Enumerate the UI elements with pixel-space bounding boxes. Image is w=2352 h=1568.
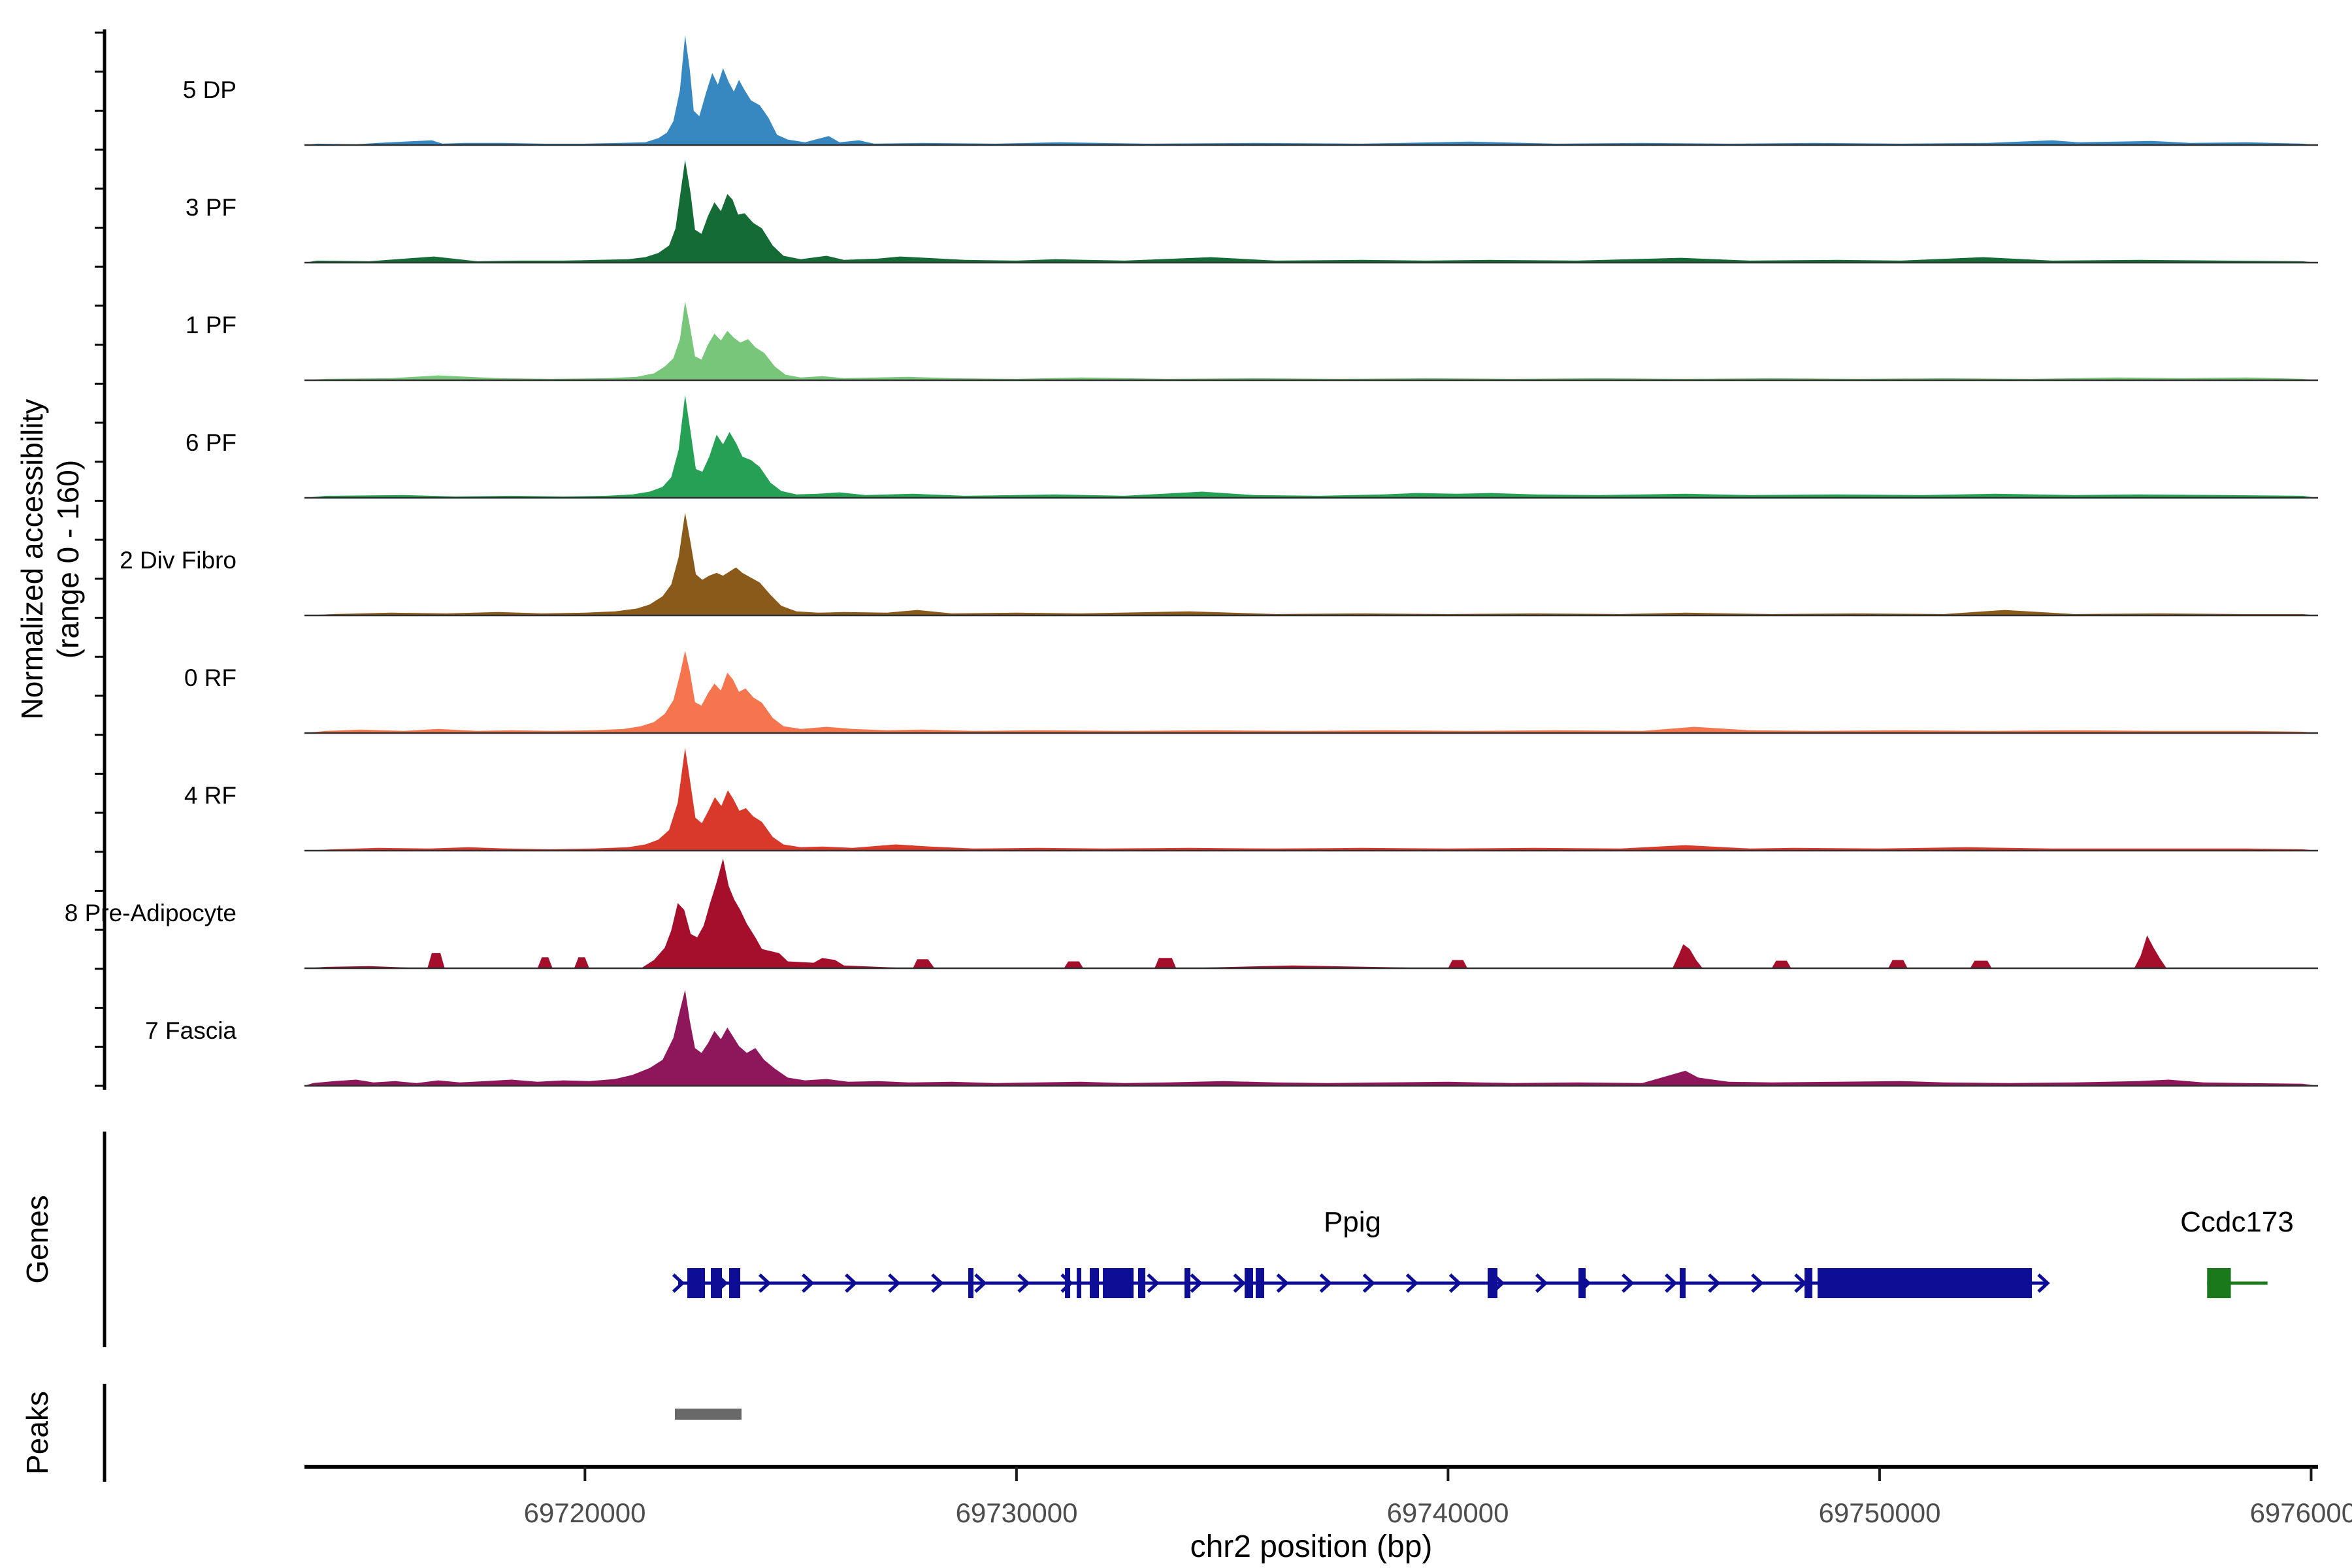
coverage-plot-figure: { "y_axis": { "line1": "Normalized acces…	[0, 0, 2352, 1568]
x-tick-69750000: 69750000	[1749, 1497, 2010, 1529]
gene-model-ppig	[674, 1268, 2048, 1298]
y-axis-title-line2: (range 0 - 160)	[50, 102, 86, 1017]
x-tick-69720000: 69720000	[454, 1497, 715, 1529]
track-area-7-fascia	[304, 990, 2318, 1086]
gene-exon	[687, 1268, 705, 1298]
track-area-2-div-fibro	[304, 513, 2318, 616]
gene-label-ppig: Ppig	[1222, 1206, 1483, 1239]
gene-exon	[711, 1268, 722, 1298]
gene-label-ccdc173: Ccdc173	[2074, 1206, 2352, 1239]
track-area-0-rf	[304, 651, 2318, 733]
gene-exon	[1184, 1268, 1190, 1298]
gene-exon	[1578, 1268, 1586, 1298]
gene-exon	[1138, 1268, 1145, 1298]
gene-exon	[2207, 1268, 2230, 1298]
gene-exon	[1805, 1268, 1812, 1298]
track-area-6-pf	[304, 395, 2318, 498]
y-axis-title: Normalized accessibility (range 0 - 160)	[14, 102, 88, 1017]
gene-strand-arrow	[674, 1275, 683, 1292]
gene-model-ccdc173	[2207, 1268, 2267, 1298]
track-area-8-pre-adipocyte	[304, 858, 2318, 968]
track-label-7fascia: 7 Fascia	[0, 1015, 237, 1047]
gene-exon	[1488, 1268, 1497, 1298]
plot-canvas	[0, 0, 2352, 1568]
gene-exon	[1077, 1268, 1081, 1298]
gene-exon	[1256, 1268, 1264, 1298]
x-tick-69760000: 69760000	[2180, 1497, 2352, 1529]
x-tick-69730000: 69730000	[886, 1497, 1147, 1529]
track-area-4-rf	[304, 748, 2318, 851]
x-tick-69740000: 69740000	[1317, 1497, 1578, 1529]
gene-exon	[968, 1268, 973, 1298]
coverage-tracks	[304, 35, 2318, 1086]
gene-exon	[1103, 1268, 1134, 1298]
peak-interval-bar	[675, 1409, 742, 1420]
gene-exon	[1818, 1268, 2032, 1298]
x-axis	[304, 1467, 2318, 1481]
track-area-3-pf	[304, 160, 2318, 263]
peaks-section-label: Peaks	[21, 1302, 54, 1563]
gene-exon	[1065, 1268, 1070, 1298]
track-area-1-pf	[304, 301, 2318, 380]
gene-exon	[1090, 1268, 1099, 1298]
gene-track	[674, 1268, 2268, 1298]
track-area-5-dp	[304, 35, 2318, 145]
gene-exon	[1245, 1268, 1253, 1298]
x-axis-title: chr2 position (bp)	[1017, 1529, 1605, 1565]
peaks-track	[675, 1409, 742, 1420]
gene-exon	[1680, 1268, 1686, 1298]
track-label-5dp: 5 DP	[0, 74, 237, 106]
y-axis-title-line1: Normalized accessibility	[14, 102, 50, 1017]
gene-exon	[729, 1268, 740, 1298]
